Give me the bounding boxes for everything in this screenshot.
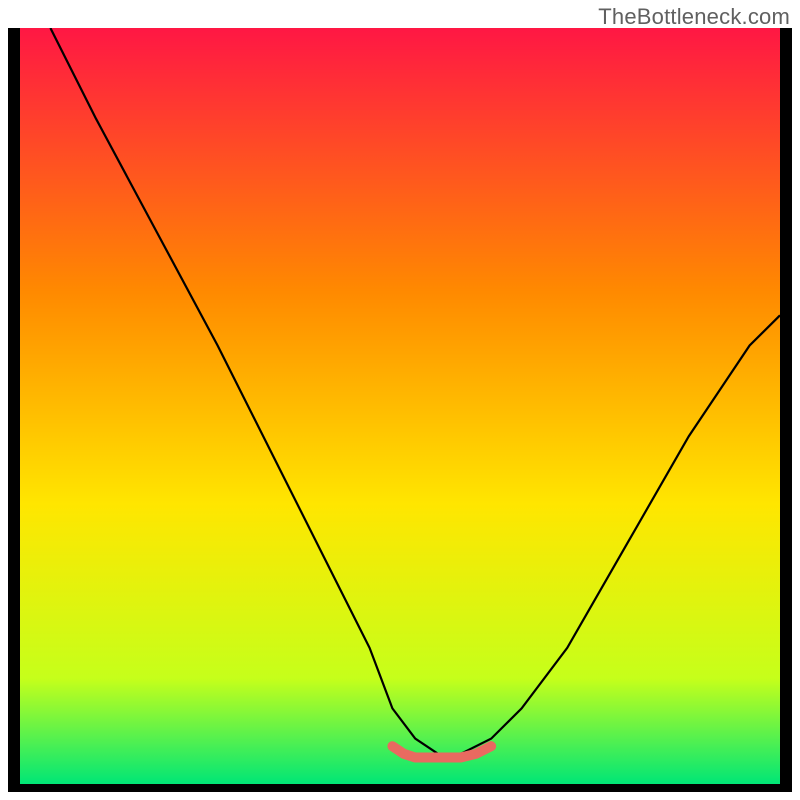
plot-area bbox=[8, 28, 792, 792]
watermark-text: TheBottleneck.com bbox=[598, 4, 790, 30]
gradient-bg bbox=[20, 28, 780, 784]
chart-frame: TheBottleneck.com bbox=[0, 0, 800, 800]
chart-svg bbox=[8, 28, 792, 792]
